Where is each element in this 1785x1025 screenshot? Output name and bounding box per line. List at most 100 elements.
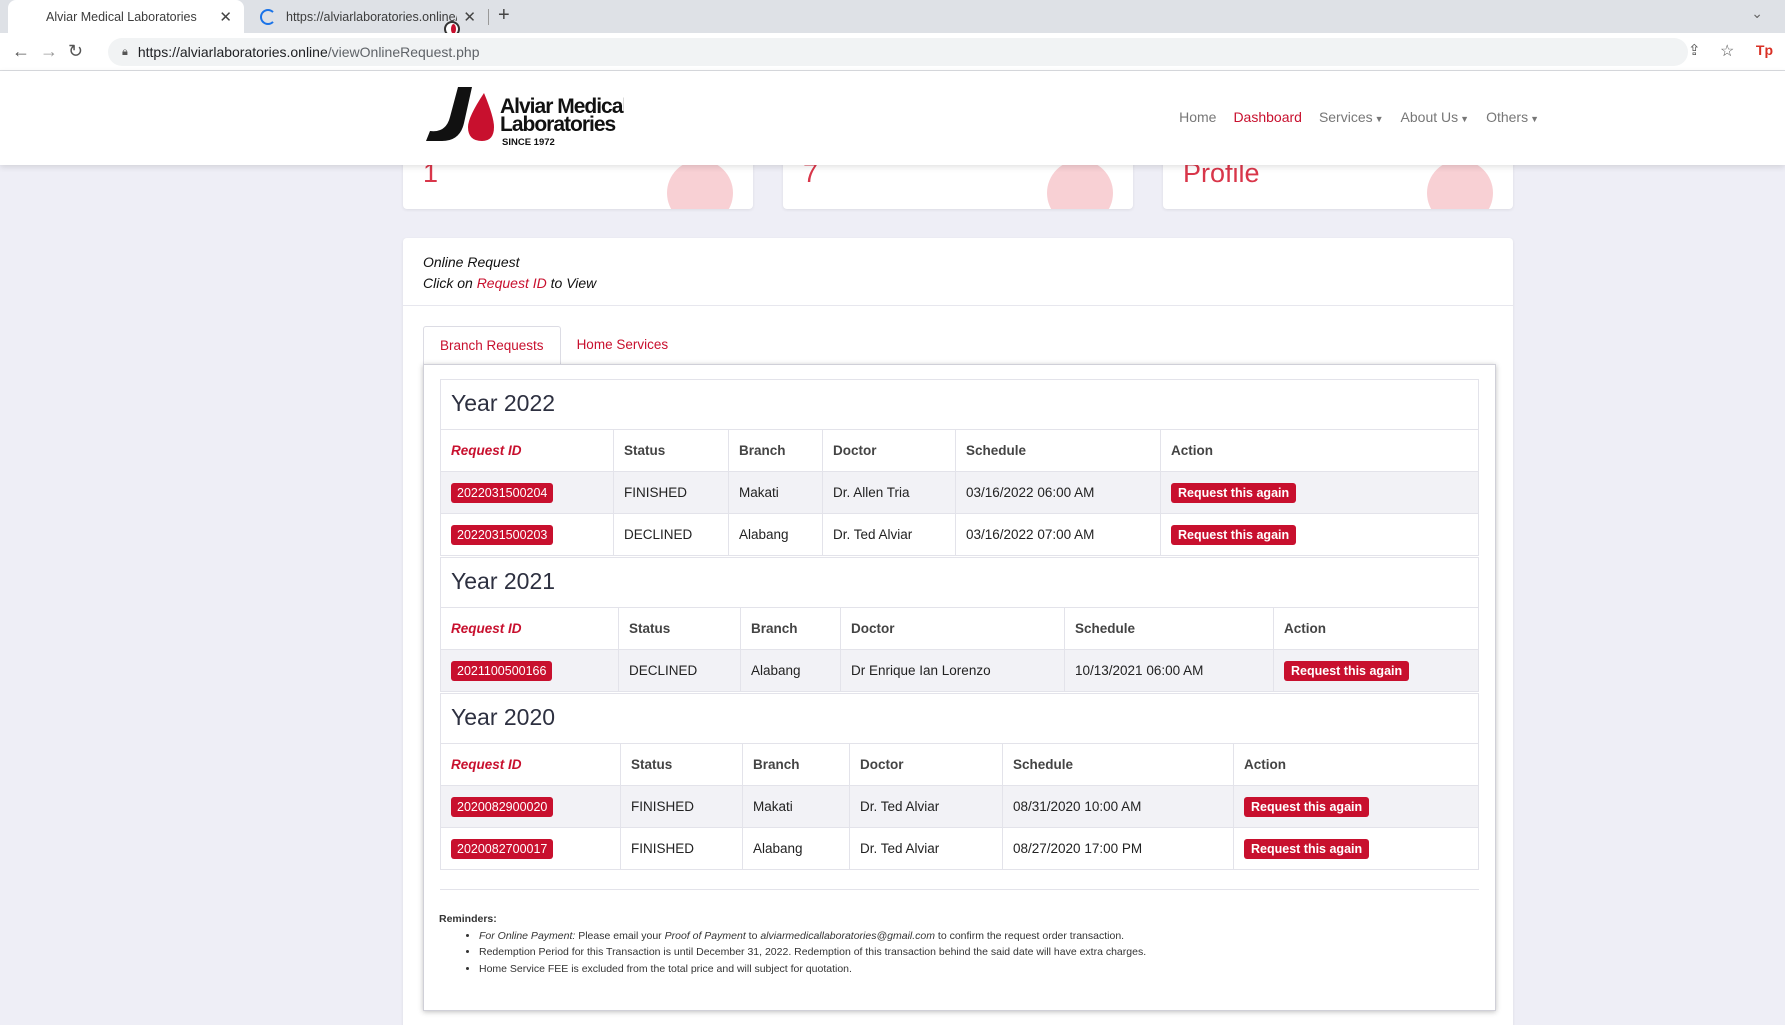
status-cell: FINISHED [613, 471, 729, 514]
card-header: Online Request Click on Request ID to Vi… [403, 238, 1513, 306]
table-row: 2022031500204 FINISHED Makati Dr. Allen … [440, 471, 1479, 514]
nav-others-dropdown[interactable]: Others ▼ [1486, 109, 1539, 125]
col-schedule: Schedule [955, 429, 1161, 472]
col-branch: Branch [740, 607, 841, 650]
doctor-cell: Dr. Ted Alviar [822, 513, 956, 556]
request-id-link[interactable]: 2020082900020 [451, 796, 554, 817]
doctor-cell: Dr. Ted Alviar [849, 785, 1003, 828]
forward-arrow-icon[interactable]: → [40, 41, 58, 62]
schedule-cell: 03/16/2022 07:00 AM [955, 513, 1161, 556]
url-host: https://alviarlaboratories.online [137, 44, 328, 60]
share-icon[interactable]: ⇪ [1688, 41, 1701, 59]
reminders-section: Reminders: For Online Payment: Please em… [439, 911, 1146, 977]
stat-icon [1427, 160, 1493, 209]
request-id-hint: Request ID [476, 275, 547, 291]
reminder-item: Redemption Period for this Transaction i… [479, 944, 1146, 961]
reminder-item: For Online Payment: Please email your Pr… [479, 928, 1146, 945]
request-id-link[interactable]: 2022031500203 [451, 524, 554, 545]
col-doctor: Doctor [822, 429, 956, 472]
site-header: Alviar Medical Laboratories SINCE 1972 H… [0, 71, 1785, 165]
site-logo[interactable]: Alviar Medical Laboratories SINCE 1972 [424, 83, 628, 153]
col-request-id: Request ID [440, 429, 614, 472]
schedule-cell: 10/13/2021 06:00 AM [1064, 649, 1274, 692]
col-schedule: Schedule [1002, 743, 1234, 786]
close-tab-icon[interactable]: ✕ [463, 8, 476, 26]
request-id-link[interactable]: 2020082700017 [451, 838, 554, 859]
schedule-cell: 08/31/2020 10:00 AM [1002, 785, 1234, 828]
schedule-cell: 03/16/2022 06:00 AM [955, 471, 1161, 514]
reminders-title: Reminders: [439, 913, 497, 925]
back-arrow-icon[interactable]: ← [12, 41, 30, 62]
browser-tab-active[interactable]: Alviar Medical Laboratories ✕ [8, 0, 460, 37]
branch-cell: Makati [728, 471, 823, 514]
url-path: /viewOnlineRequest.php [327, 44, 480, 60]
year-title: Year 2022 [440, 379, 1479, 429]
new-tab-button[interactable]: + [498, 4, 510, 27]
col-status: Status [618, 607, 741, 650]
year-block-2022: Year 2022 Request ID Status Branch Docto… [440, 379, 1479, 556]
loading-spinner-icon [260, 8, 276, 25]
col-action: Action [1233, 743, 1479, 786]
browser-tab-loading[interactable]: https://alviarlaboratories.online/c ✕ [248, 0, 488, 33]
nav-dashboard[interactable]: Dashboard [1233, 109, 1302, 125]
branch-cell: Alabang [728, 513, 823, 556]
request-again-button[interactable]: Request this again [1284, 660, 1410, 681]
tab-search-chevron-icon[interactable]: ⌄ [1751, 5, 1763, 22]
caret-down-icon: ▼ [1374, 114, 1384, 124]
logo-line-2: Laboratories [500, 113, 616, 136]
browser-tab-bar: Alviar Medical Laboratories ✕ https://al… [0, 0, 1785, 37]
address-bar[interactable]: 🔒︎ https://alviarlaboratories.online/vie… [108, 38, 1688, 66]
caret-down-icon: ▼ [1530, 114, 1539, 124]
requests-table: Request ID Status Branch Doctor Schedule… [440, 429, 1479, 556]
request-again-button[interactable]: Request this again [1244, 796, 1370, 817]
table-row: 2022031500203 DECLINED Alabang Dr. Ted A… [440, 513, 1479, 556]
nav-home[interactable]: Home [1179, 109, 1216, 125]
doctor-cell: Dr. Ted Alviar [849, 827, 1003, 870]
requests-table: Request ID Status Branch Doctor Schedule… [440, 743, 1479, 870]
reminder-item: Home Service FEE is excluded from the to… [479, 961, 1146, 978]
col-request-id: Request ID [440, 607, 619, 650]
bookmark-star-icon[interactable]: ☆ [1720, 41, 1734, 61]
card-title: Online Request [423, 254, 520, 270]
col-status: Status [613, 429, 729, 472]
col-action: Action [1273, 607, 1479, 650]
table-row: 2020082700017 FINISHED Alabang Dr. Ted A… [440, 827, 1479, 870]
logo-line-3: SINCE 1972 [502, 137, 555, 148]
tab-home-services[interactable]: Home Services [561, 326, 685, 364]
table-row: 2020082900020 FINISHED Makati Dr. Ted Al… [440, 785, 1479, 828]
contact-email: alviarmedicallaboratories@gmail.com [760, 929, 935, 942]
card-subtitle: Click on Request ID to View [423, 275, 597, 291]
request-again-button[interactable]: Request this again [1171, 524, 1297, 545]
request-tabs: Branch Requests Home Services [423, 326, 684, 364]
tab-branch-requests[interactable]: Branch Requests [423, 326, 561, 364]
browser-toolbar: ← → ↻ 🔒︎ https://alviarlaboratories.onli… [0, 33, 1785, 71]
lock-icon: 🔒︎ [122, 45, 128, 58]
online-request-card: Online Request Click on Request ID to Vi… [403, 238, 1513, 1025]
col-status: Status [620, 743, 743, 786]
schedule-cell: 08/27/2020 17:00 PM [1002, 827, 1234, 870]
branch-cell: Alabang [740, 649, 841, 692]
caret-down-icon: ▼ [1460, 114, 1470, 124]
col-branch: Branch [728, 429, 823, 472]
request-again-button[interactable]: Request this again [1244, 838, 1370, 859]
status-cell: DECLINED [613, 513, 729, 556]
request-again-button[interactable]: Request this again [1171, 482, 1297, 503]
reminders-divider [440, 889, 1479, 890]
close-tab-icon[interactable]: ✕ [219, 8, 232, 26]
year-title: Year 2021 [440, 557, 1479, 607]
col-branch: Branch [742, 743, 850, 786]
branch-cell: Makati [742, 785, 850, 828]
reload-icon[interactable]: ↻ [68, 41, 83, 62]
doctor-cell: Dr. Allen Tria [822, 471, 956, 514]
year-title: Year 2020 [440, 693, 1479, 743]
status-cell: FINISHED [620, 785, 743, 828]
tab-title: Alviar Medical Laboratories [46, 9, 197, 24]
year-block-2021: Year 2021 Request ID Status Branch Docto… [440, 557, 1479, 692]
extension-icon[interactable]: Tp [1756, 42, 1773, 58]
col-action: Action [1160, 429, 1479, 472]
nav-services-dropdown[interactable]: Services ▼ [1319, 109, 1384, 125]
requests-table: Request ID Status Branch Doctor Schedule… [440, 607, 1479, 692]
request-id-link[interactable]: 2021100500166 [451, 660, 553, 681]
request-id-link[interactable]: 2022031500204 [451, 482, 554, 503]
nav-about-dropdown[interactable]: About Us ▼ [1401, 109, 1470, 125]
